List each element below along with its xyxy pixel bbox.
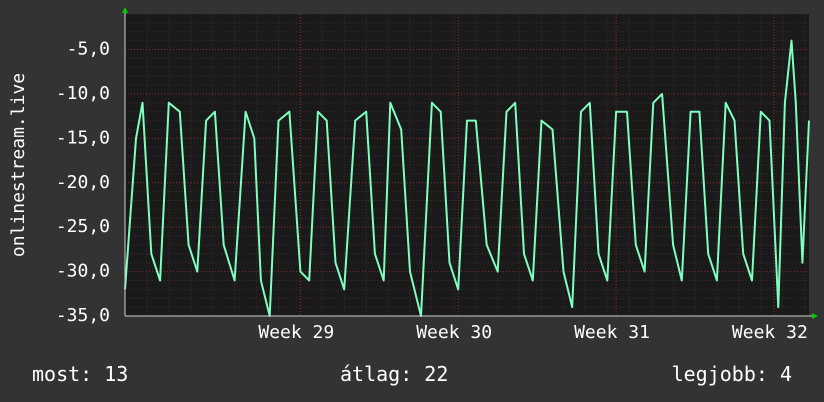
y-tick-label: -30,0 [56,261,110,282]
y-tick-label: -10,0 [56,83,110,104]
y-axis-label: onlinestream.live [8,73,29,257]
current-value: most: 13 [32,362,129,386]
y-tick-label: -35,0 [56,305,110,326]
average-value: átlag: 22 [340,362,449,386]
x-tick-labels: Week 29 Week 30 Week 31 Week 32 [258,322,807,343]
y-tick-labels: -5,0 -10,0 -15,0 -20,0 -25,0 -30,0 -35,0 [56,39,110,326]
x-tick-label: Week 31 [574,322,650,343]
y-tick-label: -20,0 [56,172,110,193]
x-axis-arrow-icon [812,313,818,319]
y-axis-arrow-icon [122,7,128,13]
y-tick-label: -15,0 [56,127,110,148]
best-value: legjobb: 4 [671,362,792,386]
x-tick-label: Week 30 [416,322,492,343]
x-tick-label: Week 29 [258,322,334,343]
x-tick-label: Week 32 [732,322,808,343]
chart: -5,0 -10,0 -15,0 -20,0 -25,0 -30,0 -35,0 Week … [8,7,818,343]
y-tick-label: -5,0 [67,39,110,60]
y-tick-label: -25,0 [56,216,110,237]
